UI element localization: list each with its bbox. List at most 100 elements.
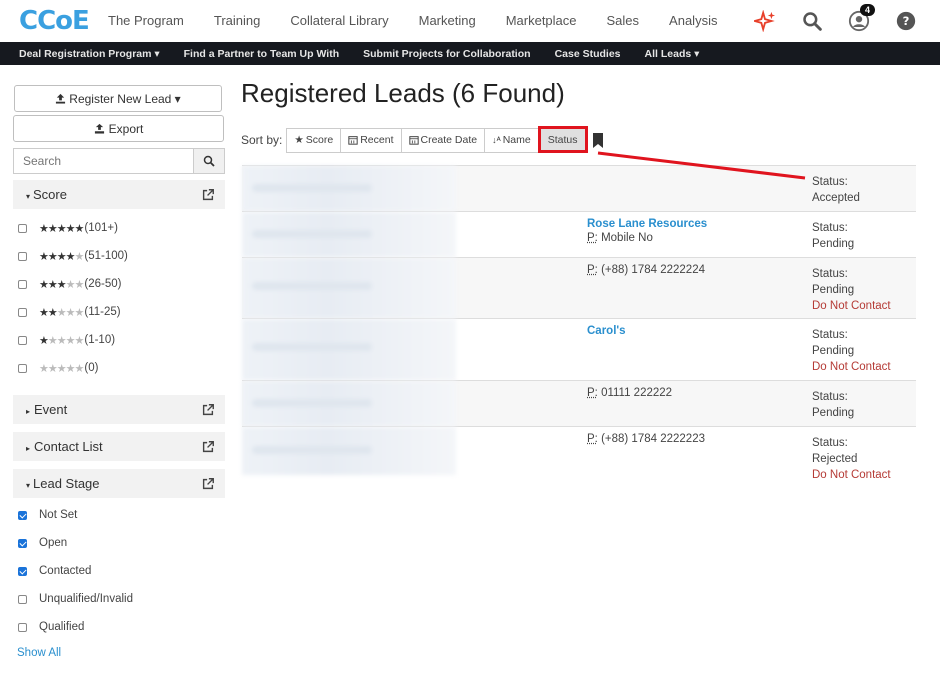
register-new-lead-button[interactable]: Register New Lead ▾ — [14, 85, 222, 112]
lead-company-link[interactable]: Carol's — [587, 325, 626, 337]
svg-text:?: ? — [903, 14, 910, 28]
lead-status: Status: Pending Do Not Contact — [812, 266, 891, 314]
subnav-all-leads[interactable]: All Leads ▾ — [645, 48, 700, 60]
score-checkbox[interactable] — [18, 223, 27, 233]
score-checkbox[interactable] — [18, 335, 27, 345]
nav-icons: 4 ? — [730, 4, 918, 33]
lead-company-link[interactable]: Rose Lane Resources — [587, 218, 707, 230]
lead-stage-checkbox[interactable] — [18, 594, 27, 604]
redacted-lead-details — [242, 166, 456, 211]
subnav-find-partner[interactable]: Find a Partner to Team Up With — [184, 48, 339, 60]
lead-status: Status: Pending — [812, 389, 854, 421]
score-facet-header[interactable]: ▾ Score — [13, 180, 225, 209]
sort-name-button[interactable]: ↓ᴬ Name — [484, 127, 539, 153]
nav-link-analysis[interactable]: Analysis — [669, 13, 717, 28]
nav-link-marketing[interactable]: Marketing — [419, 13, 476, 28]
lead-row[interactable]: P: (+88) 1784 2222223 Status: Rejected Do N… — [242, 426, 916, 481]
sub-navigation: Deal Registration Program ▾ Find a Partn… — [0, 42, 940, 65]
sort-score-button[interactable]: ★ Score — [286, 127, 342, 153]
status-value: Rejected — [812, 453, 858, 465]
lead-stage-option[interactable]: Unqualified/Invalid — [13, 585, 225, 613]
lead-stage-label: Unqualified/Invalid — [39, 593, 133, 605]
star-rating-icon: ★★★★★ — [39, 362, 84, 375]
lead-stage-label: Contacted — [39, 565, 92, 577]
redacted-lead-details — [242, 319, 456, 380]
status-value: Pending — [812, 238, 855, 250]
status-value: Pending — [812, 407, 855, 419]
lead-stage-options: Not Set Open Contacted Unqualified/Invalid Q… — [13, 501, 225, 641]
score-option[interactable]: ★★★★★ (1-10) — [13, 326, 225, 354]
status-label: Status: — [812, 222, 848, 234]
nav-link-sales[interactable]: Sales — [607, 13, 640, 28]
nav-link-training[interactable]: Training — [214, 13, 260, 28]
external-link-icon[interactable] — [201, 188, 215, 202]
sparkle-icon[interactable] — [753, 9, 777, 33]
subnav-submit-projects[interactable]: Submit Projects for Collaboration — [363, 48, 530, 60]
search-input[interactable] — [13, 148, 193, 174]
lead-stage-option[interactable]: Contacted — [13, 557, 225, 585]
score-option[interactable]: ★★★★★ (0) — [13, 354, 225, 382]
lead-contact-info: P: (+88) 1784 2222223 — [587, 433, 705, 445]
external-link-icon[interactable] — [201, 477, 215, 491]
lead-stage-option[interactable]: Open — [13, 529, 225, 557]
lead-stage-option[interactable]: Qualified — [13, 613, 225, 641]
search-box — [13, 148, 225, 174]
lead-row[interactable]: P: (+88) 1784 2222224 Status: Pending Do No… — [242, 257, 916, 318]
sort-recent-button[interactable]: Recent — [340, 127, 402, 153]
score-option[interactable]: ★★★★★ (51-100) — [13, 242, 225, 270]
lead-row[interactable]: P: 01111 222222 Status: Pending — [242, 380, 916, 426]
lead-row[interactable]: Status: Accepted — [242, 165, 916, 211]
lead-stage-option[interactable]: Not Set — [13, 501, 225, 529]
score-option-label: (0) — [84, 362, 99, 374]
score-option[interactable]: ★★★★★ (101+) — [13, 214, 225, 242]
show-all-link[interactable]: Show All — [13, 647, 225, 659]
contact-list-facet-header[interactable]: ▸ Contact List — [13, 432, 225, 461]
lead-stage-checkbox[interactable] — [18, 510, 27, 520]
ccoe-logo[interactable]: CCoE — [19, 5, 90, 37]
search-button[interactable] — [193, 148, 225, 174]
lead-row[interactable]: Rose Lane Resources P: Mobile No Status: Pe… — [242, 211, 916, 257]
sort-recent-label: Recent — [360, 134, 394, 146]
external-link-icon[interactable] — [201, 440, 215, 454]
help-icon[interactable]: ? — [894, 9, 918, 33]
user-account-icon[interactable]: 4 — [847, 4, 876, 33]
score-checkbox[interactable] — [18, 363, 27, 373]
external-link-icon[interactable] — [201, 403, 215, 417]
score-checkbox[interactable] — [18, 279, 27, 289]
search-icon[interactable] — [800, 9, 824, 33]
filter-sidebar: Register New Lead ▾ Export ▾Score ★★★★★(… — [13, 85, 225, 659]
lead-stage-facet-header[interactable]: ▾ Lead Stage — [13, 469, 225, 498]
nav-link-the-program[interactable]: The Program — [108, 13, 184, 28]
status-label: Status: — [812, 268, 848, 280]
sort-name-label: Name — [502, 134, 531, 146]
nav-link-collateral-library[interactable]: Collateral Library — [290, 13, 388, 28]
export-button[interactable]: Export — [13, 115, 224, 142]
export-icon — [94, 123, 104, 134]
caret-right-icon: ▸ — [26, 407, 31, 416]
lead-row[interactable]: Carol's Status: Pending Do Not Contact — [242, 318, 916, 380]
leads-table: Status: Accepted Rose Lane Resources P: Mob… — [242, 165, 916, 481]
score-checkbox[interactable] — [18, 251, 27, 261]
event-facet-label: Event — [34, 402, 68, 417]
score-option-label: (1-10) — [84, 334, 116, 346]
status-label: Status: — [812, 437, 848, 449]
lead-stage-checkbox[interactable] — [18, 538, 27, 548]
caret-down-icon: ▾ — [26, 481, 31, 490]
star-rating-icon: ★★★★★ — [39, 278, 84, 291]
score-option[interactable]: ★★★★★ (26-50) — [13, 270, 225, 298]
lead-stage-checkbox[interactable] — [18, 622, 27, 632]
phone-value: Mobile No — [597, 232, 653, 244]
sort-create-date-button[interactable]: Create Date — [400, 127, 486, 153]
score-option[interactable]: ★★★★★ (11-25) — [13, 298, 225, 326]
score-facet-title: ▾ Score — [26, 187, 67, 202]
redacted-lead-details — [242, 381, 456, 426]
nav-link-marketplace[interactable]: Marketplace — [506, 13, 577, 28]
subnav-deal-registration[interactable]: Deal Registration Program ▾ — [19, 48, 160, 60]
lead-stage-checkbox[interactable] — [18, 566, 27, 576]
event-facet-header[interactable]: ▸ Event — [13, 395, 225, 424]
bookmark-icon[interactable] — [592, 132, 604, 148]
sort-status-button[interactable]: Status — [537, 126, 588, 153]
score-checkbox[interactable] — [18, 307, 27, 317]
subnav-case-studies[interactable]: Case Studies — [555, 48, 621, 60]
lead-stage-facet-label: Lead Stage — [33, 476, 100, 491]
